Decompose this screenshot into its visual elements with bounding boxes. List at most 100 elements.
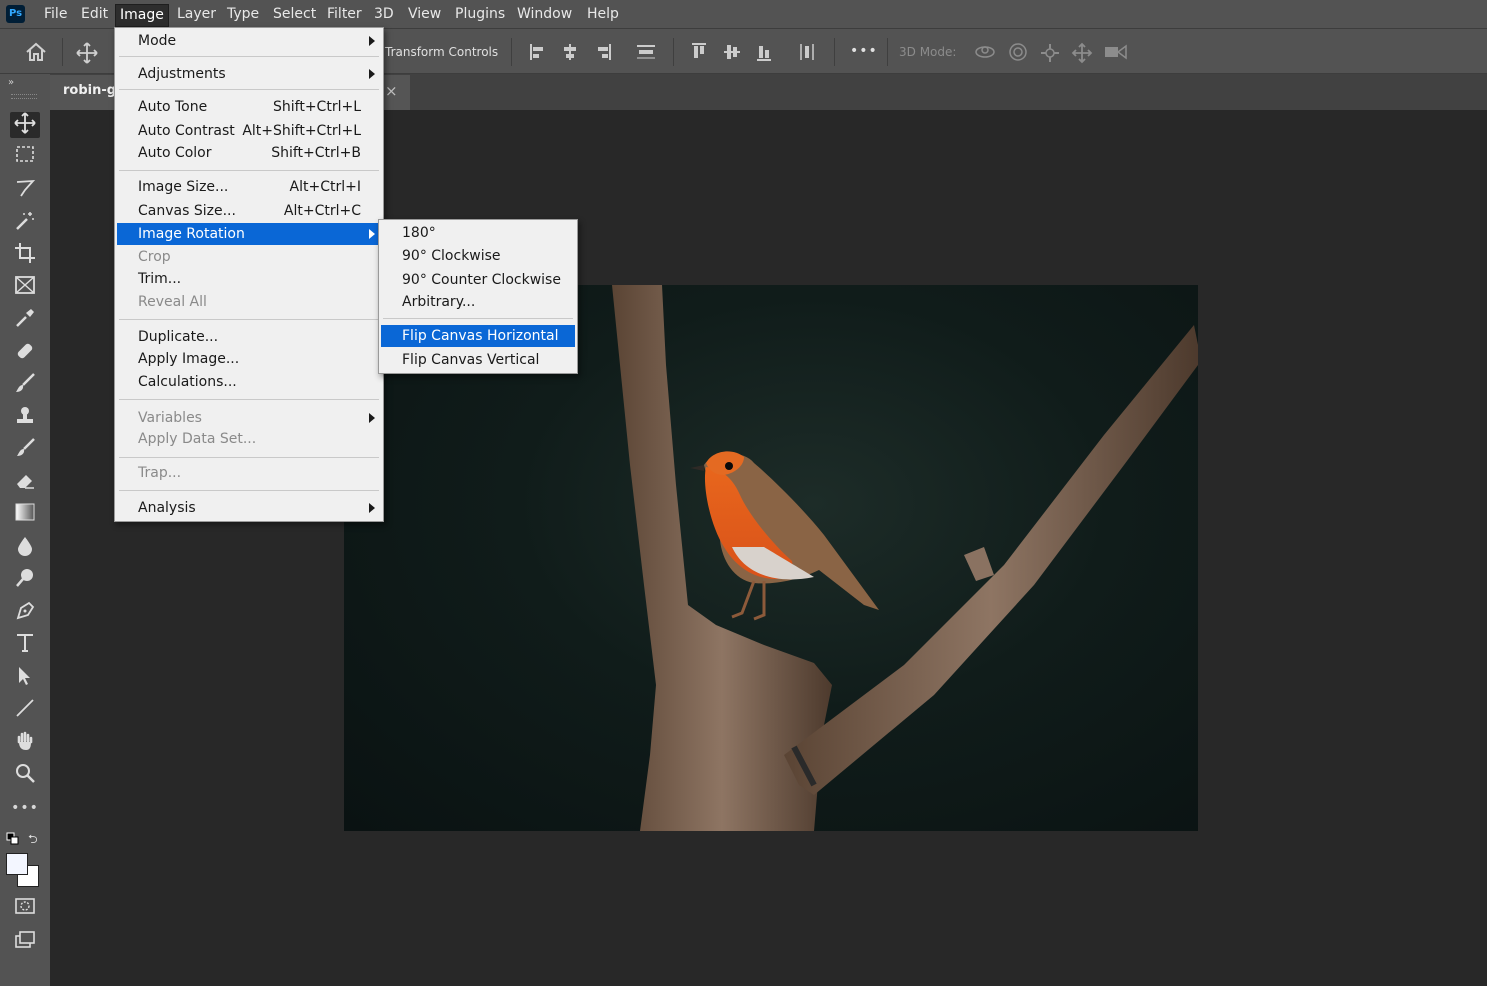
- brush-icon[interactable]: [10, 372, 40, 398]
- document-tab-title: robin-g: [63, 83, 117, 98]
- menu-file[interactable]: File: [44, 4, 67, 25]
- menu-help[interactable]: Help: [587, 4, 619, 25]
- transform-controls-label[interactable]: Transform Controls: [385, 45, 498, 59]
- menu-item-image-size[interactable]: Image Size... Alt+Ctrl+I: [117, 176, 381, 198]
- menu-edit[interactable]: Edit: [81, 4, 108, 25]
- menu-separator: [383, 318, 573, 319]
- menu-item-apply-image[interactable]: Apply Image...: [117, 348, 381, 370]
- menu-separator: [119, 319, 379, 320]
- separator: [834, 38, 835, 66]
- clone-stamp-icon[interactable]: [10, 405, 40, 431]
- menu-separator: [119, 399, 379, 400]
- 3d-pan-icon[interactable]: [1038, 42, 1062, 69]
- screen-mode-icon[interactable]: [10, 930, 40, 956]
- align-bottom-icon[interactable]: [754, 42, 774, 67]
- image-menu: Mode Adjustments Auto Tone Shift+Ctrl+L A…: [114, 27, 384, 522]
- line-icon[interactable]: [10, 697, 40, 723]
- zoom-icon[interactable]: [10, 762, 40, 788]
- marquee-tool-icon[interactable]: [10, 145, 40, 171]
- menu-separator: [119, 457, 379, 458]
- menu-separator: [119, 89, 379, 90]
- pen-icon[interactable]: [10, 600, 40, 626]
- menu-window[interactable]: Window: [517, 4, 572, 25]
- menu-item-flip-canvas-horizontal[interactable]: Flip Canvas Horizontal: [381, 325, 575, 347]
- more-tools-icon[interactable]: •••: [10, 795, 40, 821]
- menu-item-trim[interactable]: Trim...: [117, 268, 381, 290]
- eyedropper-icon[interactable]: [10, 307, 40, 333]
- healing-brush-icon[interactable]: [10, 340, 40, 366]
- menu-type[interactable]: Type: [227, 4, 259, 25]
- hand-icon[interactable]: [10, 730, 40, 756]
- crop-tool-icon[interactable]: [10, 242, 40, 268]
- menu-item-rotate-90-cw[interactable]: 90° Clockwise: [381, 245, 575, 267]
- photoshop-logo-icon: Ps: [6, 5, 25, 23]
- menu-item-auto-tone[interactable]: Auto Tone Shift+Ctrl+L: [117, 96, 381, 118]
- distribute-icon[interactable]: [797, 42, 817, 67]
- close-icon[interactable]: ×: [385, 82, 398, 100]
- menu-item-variables: Variables: [117, 407, 381, 429]
- tools-panel: » ••• ⮌: [0, 74, 50, 986]
- menu-item-rotate-90-ccw[interactable]: 90° Counter Clockwise: [381, 269, 575, 291]
- menu-separator: [119, 170, 379, 171]
- lasso-tool-icon[interactable]: [10, 178, 40, 204]
- home-icon[interactable]: [24, 42, 48, 67]
- menu-layer[interactable]: Layer: [177, 4, 216, 25]
- menu-item-flip-canvas-vertical[interactable]: Flip Canvas Vertical: [381, 349, 575, 371]
- menu-item-analysis[interactable]: Analysis: [117, 497, 381, 519]
- 3d-mode-label: 3D Mode:: [899, 45, 957, 59]
- menu-item-apply-data-set: Apply Data Set...: [138, 431, 257, 447]
- submenu-arrow-icon: [369, 503, 375, 513]
- menu-item-adjustments[interactable]: Adjustments: [117, 63, 381, 85]
- align-right-icon[interactable]: [593, 42, 613, 67]
- menu-filter[interactable]: Filter: [327, 4, 362, 25]
- menu-view[interactable]: View: [408, 4, 441, 25]
- menu-item-auto-color[interactable]: Auto Color Shift+Ctrl+B: [117, 142, 381, 164]
- menu-item-duplicate[interactable]: Duplicate...: [117, 326, 381, 348]
- menu-3d[interactable]: 3D: [374, 4, 394, 25]
- menu-item-arbitrary[interactable]: Arbitrary...: [381, 291, 575, 313]
- menu-item-crop: Crop: [138, 249, 171, 265]
- toolbar-grip-icon[interactable]: [11, 94, 37, 99]
- blur-icon[interactable]: [10, 535, 40, 561]
- submenu-arrow-icon: [369, 36, 375, 46]
- frame-tool-icon[interactable]: [10, 275, 40, 301]
- dodge-icon[interactable]: [10, 567, 40, 593]
- 3d-roll-icon[interactable]: [1006, 42, 1030, 67]
- foreground-color-swatch[interactable]: [6, 853, 28, 875]
- menu-item-canvas-size[interactable]: Canvas Size... Alt+Ctrl+C: [117, 200, 381, 222]
- menu-plugins[interactable]: Plugins: [455, 4, 505, 25]
- align-left-icon[interactable]: [528, 42, 548, 67]
- align-top-edges-icon[interactable]: [634, 42, 658, 67]
- menu-select[interactable]: Select: [273, 4, 316, 25]
- align-top-icon[interactable]: [689, 42, 709, 67]
- path-selection-icon[interactable]: [10, 665, 40, 691]
- type-icon[interactable]: [10, 632, 40, 658]
- menu-image[interactable]: Image: [115, 4, 169, 27]
- 3d-slide-icon[interactable]: [1070, 42, 1094, 69]
- menu-item-mode[interactable]: Mode: [117, 30, 381, 52]
- gradient-icon[interactable]: [10, 502, 40, 528]
- swap-colors-icon[interactable]: ⮌: [28, 830, 38, 851]
- magic-wand-icon[interactable]: [10, 210, 40, 236]
- move-tool-icon[interactable]: [10, 112, 40, 138]
- menu-item-calculations[interactable]: Calculations...: [117, 371, 381, 393]
- menu-item-reveal-all: Reveal All: [138, 294, 207, 310]
- move-options-icon[interactable]: [74, 42, 100, 69]
- collapse-panel-icon[interactable]: »: [8, 77, 14, 88]
- 3d-scale-icon[interactable]: [1103, 42, 1129, 67]
- menu-item-image-rotation[interactable]: Image Rotation: [117, 223, 381, 245]
- align-horizontal-center-icon[interactable]: [560, 42, 580, 67]
- eraser-icon[interactable]: [10, 470, 40, 496]
- quick-mask-icon[interactable]: [10, 897, 40, 923]
- separator: [62, 38, 63, 66]
- submenu-arrow-icon: [369, 69, 375, 79]
- menu-item-auto-contrast[interactable]: Auto Contrast Alt+Shift+Ctrl+L: [117, 120, 381, 142]
- menu-item-rotate-180[interactable]: 180°: [381, 222, 575, 244]
- menu-separator: [119, 490, 379, 491]
- align-vertical-center-icon[interactable]: [722, 42, 742, 67]
- separator: [887, 38, 888, 66]
- 3d-orbit-icon[interactable]: [972, 42, 998, 67]
- default-colors-icon[interactable]: [6, 831, 20, 850]
- history-brush-icon[interactable]: [10, 437, 40, 463]
- more-options-icon[interactable]: •••: [850, 43, 878, 59]
